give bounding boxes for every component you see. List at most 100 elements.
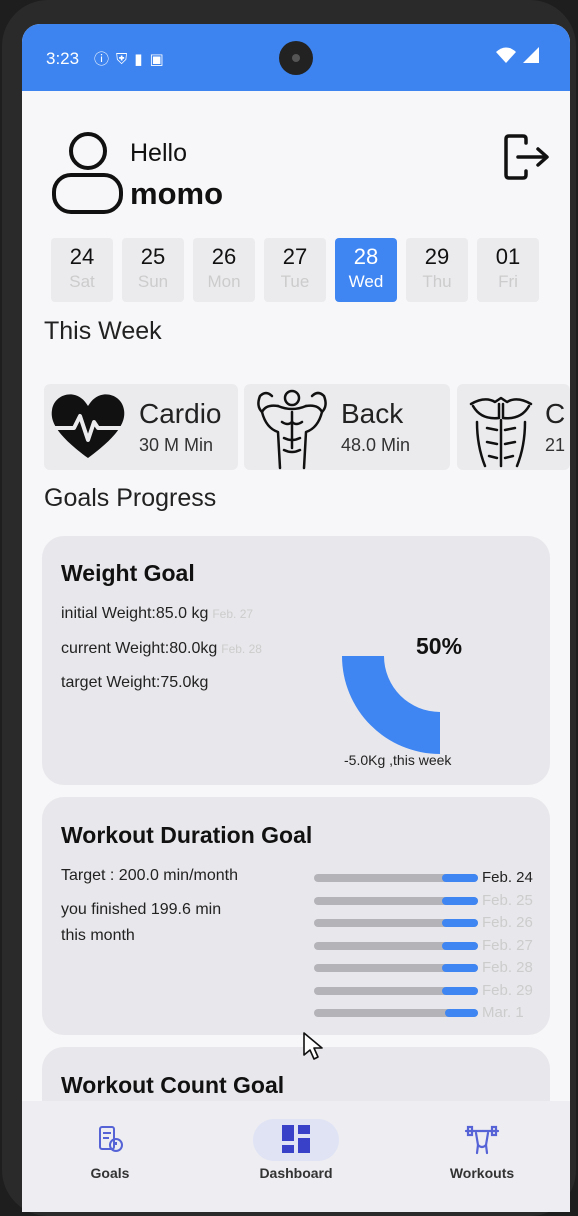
back-muscles-icon bbox=[257, 389, 327, 470]
goals-progress-title: Goals Progress bbox=[44, 484, 217, 512]
chest-muscles-icon bbox=[469, 396, 533, 468]
day-28-selected[interactable]: 28 Wed bbox=[335, 238, 397, 302]
signal-icon bbox=[523, 47, 539, 63]
dashboard-icon bbox=[282, 1125, 310, 1153]
workout-count-goal-title: Workout Count Goal bbox=[61, 1072, 285, 1098]
initial-weight-text: initial Weight:85.0 kg bbox=[61, 605, 209, 622]
this-week-cards[interactable]: Cardio 30 M Min Back 48.0 Min C 21 bbox=[44, 384, 570, 470]
duration-bar-row: Feb. 29 bbox=[314, 982, 549, 1000]
nav-workouts-label: Workouts bbox=[449, 1165, 515, 1181]
weight-progress-gauge bbox=[342, 656, 440, 754]
duration-bar-date: Feb. 24 bbox=[482, 869, 533, 886]
day-number: 29 bbox=[424, 244, 450, 269]
day-name: Mon bbox=[207, 272, 241, 291]
duration-bar-row: Feb. 28 bbox=[314, 959, 549, 977]
workout-type-name: Cardio bbox=[139, 398, 222, 429]
back-card[interactable]: Back 48.0 Min bbox=[244, 384, 450, 470]
nav-goals[interactable]: Goals bbox=[50, 1123, 170, 1181]
workout-duration-goal-title: Workout Duration Goal bbox=[61, 822, 313, 848]
duration-finished-period: this month bbox=[61, 927, 135, 944]
avatar-icon[interactable] bbox=[50, 131, 125, 216]
duration-bar-date: Feb. 26 bbox=[482, 914, 533, 931]
workouts-icon bbox=[464, 1125, 500, 1155]
day-26[interactable]: 26 Mon bbox=[193, 238, 255, 302]
chest-card[interactable]: C 21 bbox=[457, 384, 570, 470]
weight-goal-title: Weight Goal bbox=[61, 560, 195, 586]
duration-bar-fill bbox=[441, 896, 478, 905]
duration-bar-fill bbox=[441, 919, 478, 927]
date-selector: 24 Sat 25 Sun 26 Mon 27 Tue 28 Wed 29 Thu 01 Fr… bbox=[51, 238, 546, 302]
current-weight-line: current Weight:80.0kg Feb. 28 bbox=[61, 640, 262, 658]
duration-bar-row: Feb. 25 bbox=[314, 892, 549, 910]
duration-bar-fill bbox=[441, 941, 478, 950]
duration-bar-track bbox=[314, 941, 478, 950]
status-time: 3:23 bbox=[46, 49, 80, 68]
workout-type-name: C bbox=[545, 398, 566, 429]
nav-workouts[interactable]: Workouts bbox=[422, 1123, 542, 1181]
logout-icon[interactable] bbox=[502, 133, 552, 181]
workout-type-value: 30 M Min bbox=[139, 435, 214, 455]
a-icon: ▣ bbox=[149, 51, 171, 68]
day-name: Tue bbox=[280, 272, 310, 291]
target-weight-line: target Weight:75.0kg bbox=[61, 674, 209, 691]
initial-weight-date: Feb. 27 bbox=[212, 607, 254, 621]
username-text: momo bbox=[130, 176, 223, 211]
status-icons: ⓘ⛨▮▣ bbox=[94, 48, 171, 69]
workout-type-value: 21 bbox=[545, 435, 566, 455]
heartbeat-icon bbox=[50, 394, 126, 458]
duration-bar-fill bbox=[441, 874, 478, 882]
status-bar: 3:23 ⓘ⛨▮▣ bbox=[22, 24, 570, 91]
day-25[interactable]: 25 Sun bbox=[122, 238, 184, 302]
day-number: 24 bbox=[69, 244, 95, 269]
day-24[interactable]: 24 Sat bbox=[51, 238, 113, 302]
duration-finished-text: you finished 199.6 min bbox=[61, 901, 222, 918]
duration-bar-date: Feb. 28 bbox=[482, 959, 533, 976]
duration-bar-fill bbox=[445, 1009, 478, 1017]
nav-dashboard-label: Dashboard bbox=[259, 1165, 333, 1181]
duration-bar-row: Feb. 27 bbox=[314, 937, 549, 955]
day-number: 28 bbox=[353, 244, 379, 269]
day-number: 25 bbox=[140, 244, 166, 269]
workout-type-value: 48.0 Min bbox=[341, 435, 411, 455]
day-01[interactable]: 01 Fri bbox=[477, 238, 539, 302]
nav-dashboard[interactable]: Dashboard bbox=[236, 1123, 356, 1181]
duration-bar-fill bbox=[441, 964, 478, 972]
status-right-icons bbox=[495, 46, 540, 69]
duration-target-text: Target : 200.0 min/month bbox=[61, 867, 238, 884]
goals-icon bbox=[99, 1126, 123, 1152]
day-name: Wed bbox=[348, 272, 384, 291]
day-number: 26 bbox=[211, 244, 237, 269]
greeting-text: Hello bbox=[130, 139, 187, 167]
duration-bar-track bbox=[314, 1009, 478, 1017]
gauge-arc bbox=[342, 656, 440, 754]
this-week-title: This Week bbox=[44, 317, 162, 345]
workout-duration-goal-card[interactable]: Workout Duration Goal Target : 200.0 min… bbox=[42, 797, 550, 1035]
nav-goals-label: Goals bbox=[90, 1165, 130, 1181]
day-29[interactable]: 29 Thu bbox=[406, 238, 468, 302]
day-27[interactable]: 27 Tue bbox=[264, 238, 326, 302]
duration-bar-date: Feb. 29 bbox=[482, 981, 533, 999]
workout-count-goal-card[interactable]: Workout Count Goal bbox=[42, 1047, 550, 1101]
duration-bar-date: Mar. 1 bbox=[482, 1004, 524, 1021]
dashboard-content[interactable]: Hello momo 24 Sat 25 Sun 26 Mon 27 Tue 28 Wed… bbox=[22, 91, 570, 1101]
day-number: 27 bbox=[282, 244, 308, 269]
current-weight-date: Feb. 28 bbox=[221, 642, 262, 656]
duration-bar-row: Mar. 1 bbox=[314, 1004, 549, 1022]
day-name: Sat bbox=[69, 272, 95, 291]
info-icon: ⓘ bbox=[94, 51, 117, 68]
day-number: 01 bbox=[495, 244, 521, 269]
wifi-icon bbox=[496, 47, 517, 63]
cardio-card[interactable]: Cardio 30 M Min bbox=[44, 384, 238, 470]
duration-bar-track bbox=[314, 986, 478, 995]
duration-bar-track bbox=[314, 964, 478, 972]
current-weight-text: current Weight:80.0kg bbox=[61, 640, 218, 657]
duration-bar-track bbox=[314, 874, 478, 882]
duration-bar-fill bbox=[441, 986, 478, 995]
app-screen: 3:23 ⓘ⛨▮▣ Hello momo 24 Sat 25 Sun 26 Mo… bbox=[22, 24, 570, 1212]
mouse-cursor-icon bbox=[303, 1032, 323, 1060]
duration-bar-date: Feb. 27 bbox=[482, 936, 533, 954]
day-name: Thu bbox=[422, 272, 452, 291]
weight-goal-card[interactable]: Weight Goal initial Weight:85.0 kg Feb. 2… bbox=[42, 536, 550, 785]
duration-bar-date: Feb. 25 bbox=[482, 891, 533, 909]
sd-card-icon: ▮ bbox=[134, 51, 150, 68]
